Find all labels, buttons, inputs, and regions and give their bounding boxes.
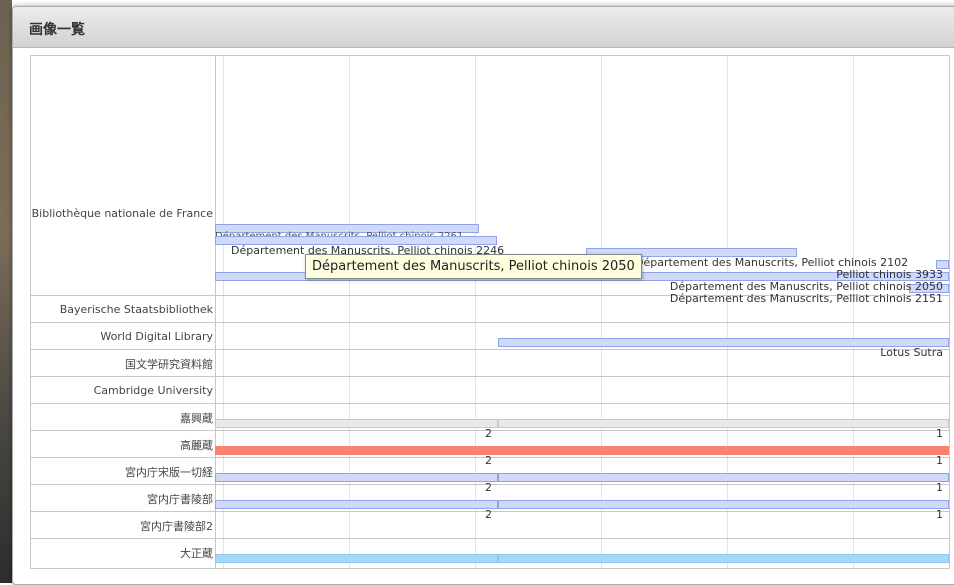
bar-taisho-2[interactable] — [215, 554, 498, 563]
row-label-taisho: 大正蔵 — [180, 547, 213, 560]
dialog-titlebar[interactable]: 画像一覧 — [13, 7, 954, 48]
row-divider — [31, 322, 949, 323]
bar-kunaicho-song-2[interactable] — [215, 473, 498, 482]
count-label: 1 — [936, 454, 943, 467]
count-label: 2 — [485, 481, 492, 494]
row-label-bnf: Bibliothèque nationale de France — [31, 207, 213, 220]
row-label-goryeo: 高麗蔵 — [180, 439, 213, 452]
bar-goryeo-1[interactable] — [498, 446, 949, 455]
count-label: 1 — [936, 427, 943, 440]
row-divider — [31, 538, 949, 539]
grid-line — [601, 56, 602, 568]
timeline-chart: Bibliothèque nationale de France Bayeris… — [30, 55, 950, 569]
bar-jiaxing-1[interactable] — [498, 419, 949, 428]
bar-tooltip: Département des Manuscrits, Pelliot chin… — [305, 254, 642, 279]
bar-goryeo-2[interactable] — [215, 446, 498, 455]
image-list-dialog: 画像一覧 Bibliothèque nationale de France Ba… — [12, 6, 954, 585]
background-page-edge — [0, 0, 12, 583]
row-divider — [31, 376, 949, 377]
row-label-bsb: Bayerische Staatsbibliothek — [59, 303, 213, 316]
count-label: 1 — [936, 481, 943, 494]
bar-kunaicho-song-1[interactable] — [498, 473, 949, 482]
row-label-wdl: World Digital Library — [100, 330, 213, 343]
row-label-jiaxing: 嘉興蔵 — [180, 412, 213, 425]
bar-taisho-1[interactable] — [498, 554, 949, 563]
row-label-shoryobu: 宮内庁書陵部 — [147, 493, 213, 506]
dialog-title: 画像一覧 — [29, 22, 85, 38]
bar-label-pelliot-2151: Département des Manuscrits, Pelliot chin… — [669, 292, 943, 305]
row-label-nijl: 国文学研究資料館 — [125, 358, 213, 371]
bar-shoryobu-2[interactable] — [215, 500, 498, 509]
grid-line — [223, 56, 224, 568]
row-label-shoryobu2: 宮内庁書陵部2 — [140, 520, 213, 533]
count-label: 2 — [485, 508, 492, 521]
row-label-kunaicho-song: 宮内庁宋版一切経 — [125, 466, 213, 479]
count-label: 2 — [485, 454, 492, 467]
bar-label-lotus-sutra: Lotus Sutra — [880, 346, 943, 359]
grid-line — [475, 56, 476, 568]
grid-line — [727, 56, 728, 568]
row-divider — [31, 403, 949, 404]
row-label-cambridge: Cambridge University — [93, 384, 213, 397]
grid-line — [853, 56, 854, 568]
count-label: 2 — [485, 427, 492, 440]
bar-shoryobu-1[interactable] — [498, 500, 949, 509]
bar-jiaxing-2[interactable] — [215, 419, 498, 428]
count-label: 1 — [936, 508, 943, 521]
grid-line — [349, 56, 350, 568]
row-divider — [31, 349, 949, 350]
